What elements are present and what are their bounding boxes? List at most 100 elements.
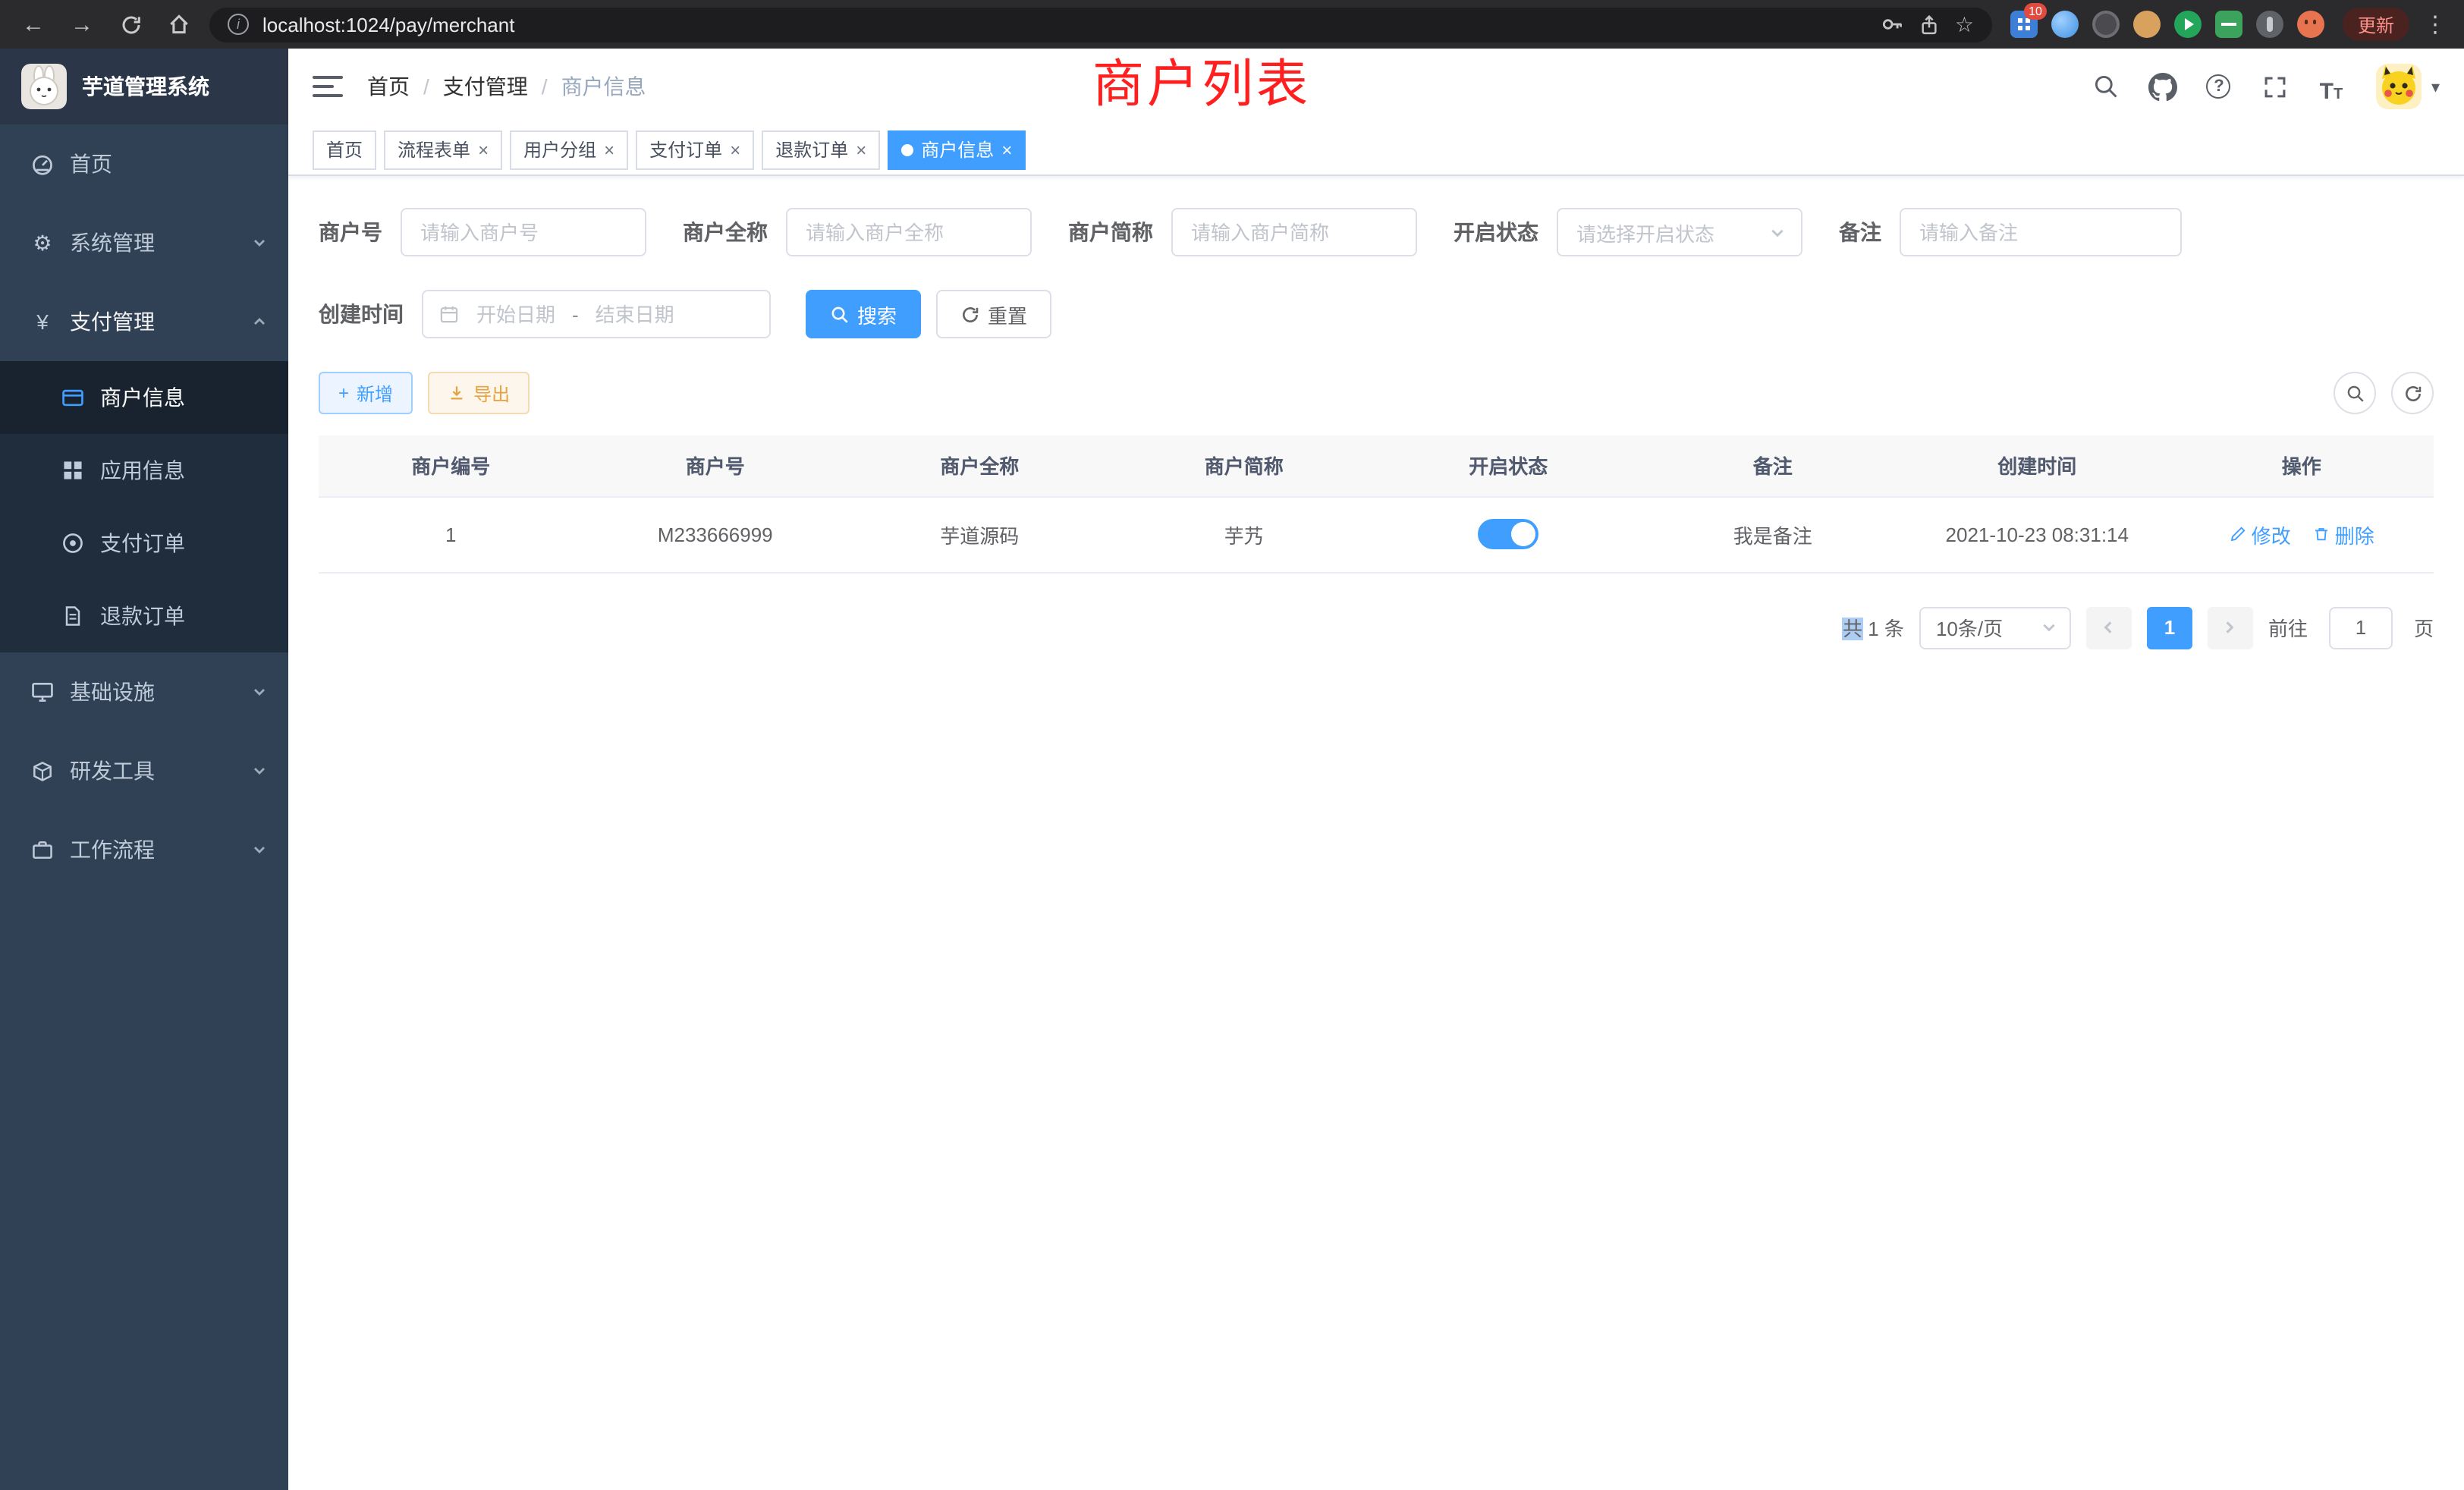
cell-status [1376,496,1641,572]
tab-close-icon[interactable]: × [478,140,489,159]
export-button[interactable]: 导出 [428,372,530,414]
fullscreen-icon[interactable] [2258,70,2292,103]
status-toggle[interactable] [1478,519,1538,549]
reset-button[interactable]: 重置 [936,290,1051,338]
sidebar-item-workflow[interactable]: 工作流程 [0,810,288,889]
help-icon[interactable]: ? [2202,70,2236,103]
tab-close-icon[interactable]: × [604,140,614,159]
tab-user-group[interactable]: 用户分组 × [510,130,628,169]
sidebar-item-refund-order[interactable]: 退款订单 [0,580,288,652]
browser-menu-icon[interactable]: ⋮ [2422,11,2449,38]
font-size-icon[interactable]: TT [2315,70,2348,103]
filter-row-1: 商户号 商户全称 商户简称 开启状态 请选择开启状态 [319,208,2434,256]
search-icon[interactable] [2090,70,2123,103]
toggle-search-button[interactable] [2334,372,2376,414]
table-row: 1 M233666999 芋道源码 芋艿 我是备注 2021-10-23 08:… [319,496,2434,572]
create-time-label: 创建时间 [319,299,404,329]
tab-close-icon[interactable]: × [1001,140,1012,159]
yen-icon: ¥ [30,310,55,334]
search-button[interactable]: 搜索 [806,290,921,338]
active-tab-dot [901,143,913,156]
extension-circle-icon[interactable] [2092,11,2120,38]
browser-update-button[interactable]: 更新 [2343,8,2409,41]
goto-page-input[interactable] [2329,606,2393,649]
annotation-merchant-list: 商户列表 [1092,52,1311,118]
site-info-icon[interactable]: i [228,14,249,35]
prev-page-button[interactable] [2086,606,2132,649]
merchant-no-input[interactable] [401,208,646,256]
sidebar-item-label: 应用信息 [100,455,185,486]
sidebar-item-label: 商户信息 [100,382,185,413]
remark-input[interactable] [1900,208,2182,256]
tab-pay-order[interactable]: 支付订单 × [636,130,754,169]
create-time-range-picker[interactable]: - [422,290,771,338]
address-bar[interactable]: i localhost:1024/pay/merchant ☆ [209,7,1992,42]
tab-merchant-info[interactable]: 商户信息 × [888,130,1026,169]
top-navbar: 首页 / 支付管理 / 商户信息 商户列表 ? [288,49,2464,124]
cell-full-name: 芋道源码 [847,496,1112,572]
home-icon[interactable] [161,6,197,42]
extension-play-icon[interactable] [2174,11,2202,38]
chevron-down-icon [2041,619,2057,636]
add-button[interactable]: + 新增 [319,372,413,414]
tab-close-icon[interactable]: × [730,140,740,159]
user-menu[interactable]: ▾ [2377,64,2440,109]
short-name-input[interactable] [1171,208,1417,256]
cell-short-name: 芋艿 [1112,496,1377,572]
tab-home[interactable]: 首页 [313,130,376,169]
extension-drop-icon[interactable] [2051,11,2079,38]
extension-note-icon[interactable] [2215,11,2242,38]
sidebar-logo[interactable]: 芋道管理系统 [0,49,288,124]
breadcrumb-payment[interactable]: 支付管理 [443,71,528,102]
back-icon[interactable]: ← [15,6,52,42]
sidebar-item-app-info[interactable]: 应用信息 [0,434,288,507]
col-merchant-no: 商户号 [583,435,848,496]
extension-face-icon[interactable] [2297,11,2324,38]
sidebar-item-home[interactable]: 首页 [0,124,288,203]
forward-icon[interactable]: → [64,6,100,42]
goto-label: 前往 [2268,613,2308,642]
status-select[interactable]: 请选择开启状态 [1557,208,1802,256]
sidebar-item-merchant-info[interactable]: 商户信息 [0,361,288,434]
key-icon[interactable] [1881,12,1905,36]
breadcrumb-home[interactable]: 首页 [367,71,410,102]
chevron-down-icon [252,763,267,778]
col-short-name: 商户简称 [1112,435,1377,496]
page-size-select[interactable]: 10条/页 [1919,606,2071,649]
extension-avatar-icon[interactable] [2133,11,2161,38]
sidebar-item-infra[interactable]: 基础设施 [0,652,288,731]
tab-process-form[interactable]: 流程表单 × [384,130,502,169]
payment-submenu: 商户信息 应用信息 支付订单 [0,361,288,652]
share-icon[interactable] [1919,13,1941,36]
sidebar-item-payment[interactable]: ¥ 支付管理 [0,282,288,361]
status-select-placeholder: 请选择开启状态 [1576,218,1714,247]
dashboard-icon [30,152,55,176]
table-toolbar: + 新增 导出 [319,372,2434,414]
sidebar-item-system[interactable]: ⚙ 系统管理 [0,203,288,282]
merchant-list-page: 商户号 商户全称 商户简称 开启状态 请选择开启状态 [288,176,2464,1490]
hamburger-icon[interactable] [313,76,343,97]
page-unit-label: 页 [2414,613,2434,642]
refresh-icon[interactable] [112,6,149,42]
end-date-input[interactable] [588,303,682,325]
tab-refund-order[interactable]: 退款订单 × [762,130,880,169]
start-date-input[interactable] [469,303,563,325]
full-name-input[interactable] [786,208,1032,256]
chevron-down-icon [252,842,267,857]
edit-link[interactable]: 修改 [2229,520,2291,549]
page-number-1[interactable]: 1 [2147,606,2192,649]
extension-pin-icon[interactable] [2256,11,2283,38]
github-icon[interactable] [2146,70,2180,103]
extension-grid-icon[interactable]: 10 [2010,11,2038,38]
avatar[interactable] [2377,64,2422,109]
delete-link[interactable]: 删除 [2312,520,2374,549]
sidebar-item-pay-order[interactable]: 支付订单 [0,507,288,580]
bookmark-star-icon[interactable]: ☆ [1955,11,1974,37]
remark-label: 备注 [1839,217,1881,247]
browser-extensions: 10 [2004,11,2330,38]
next-page-button[interactable] [2208,606,2253,649]
sidebar-item-devtools[interactable]: 研发工具 [0,731,288,810]
refresh-table-button[interactable] [2391,372,2434,414]
briefcase-icon [30,838,55,862]
tab-close-icon[interactable]: × [856,140,866,159]
